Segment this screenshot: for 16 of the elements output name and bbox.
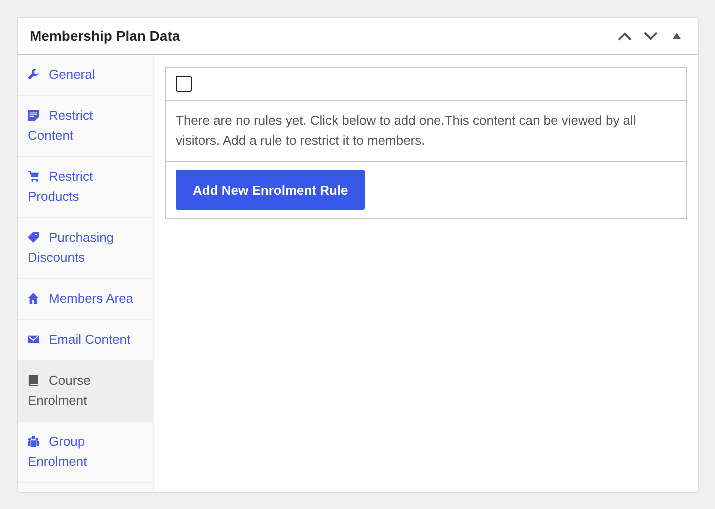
group-icon bbox=[28, 436, 39, 447]
book-icon bbox=[28, 375, 39, 386]
add-rule-button[interactable]: Add New Enrolment Rule bbox=[176, 170, 366, 210]
chevron-down-icon bbox=[644, 32, 658, 40]
envelope-icon bbox=[28, 334, 39, 345]
panel-title: Membership Plan Data bbox=[30, 28, 182, 44]
sidebar-tab[interactable]: Course Enrolment bbox=[18, 361, 153, 422]
house-icon bbox=[28, 293, 39, 304]
document-icon bbox=[28, 110, 39, 121]
wrench-icon bbox=[28, 69, 39, 80]
tag-icon bbox=[28, 232, 39, 243]
cart-icon bbox=[28, 171, 39, 182]
chevron-up-icon bbox=[618, 32, 632, 40]
empty-message: There are no rules yet. Click below to add one.This content can be viewed by all visitors. Add a rule to restrict it to members. bbox=[176, 112, 638, 150]
triangle-up-icon bbox=[673, 33, 681, 39]
select-all-checkbox[interactable] bbox=[176, 76, 192, 92]
